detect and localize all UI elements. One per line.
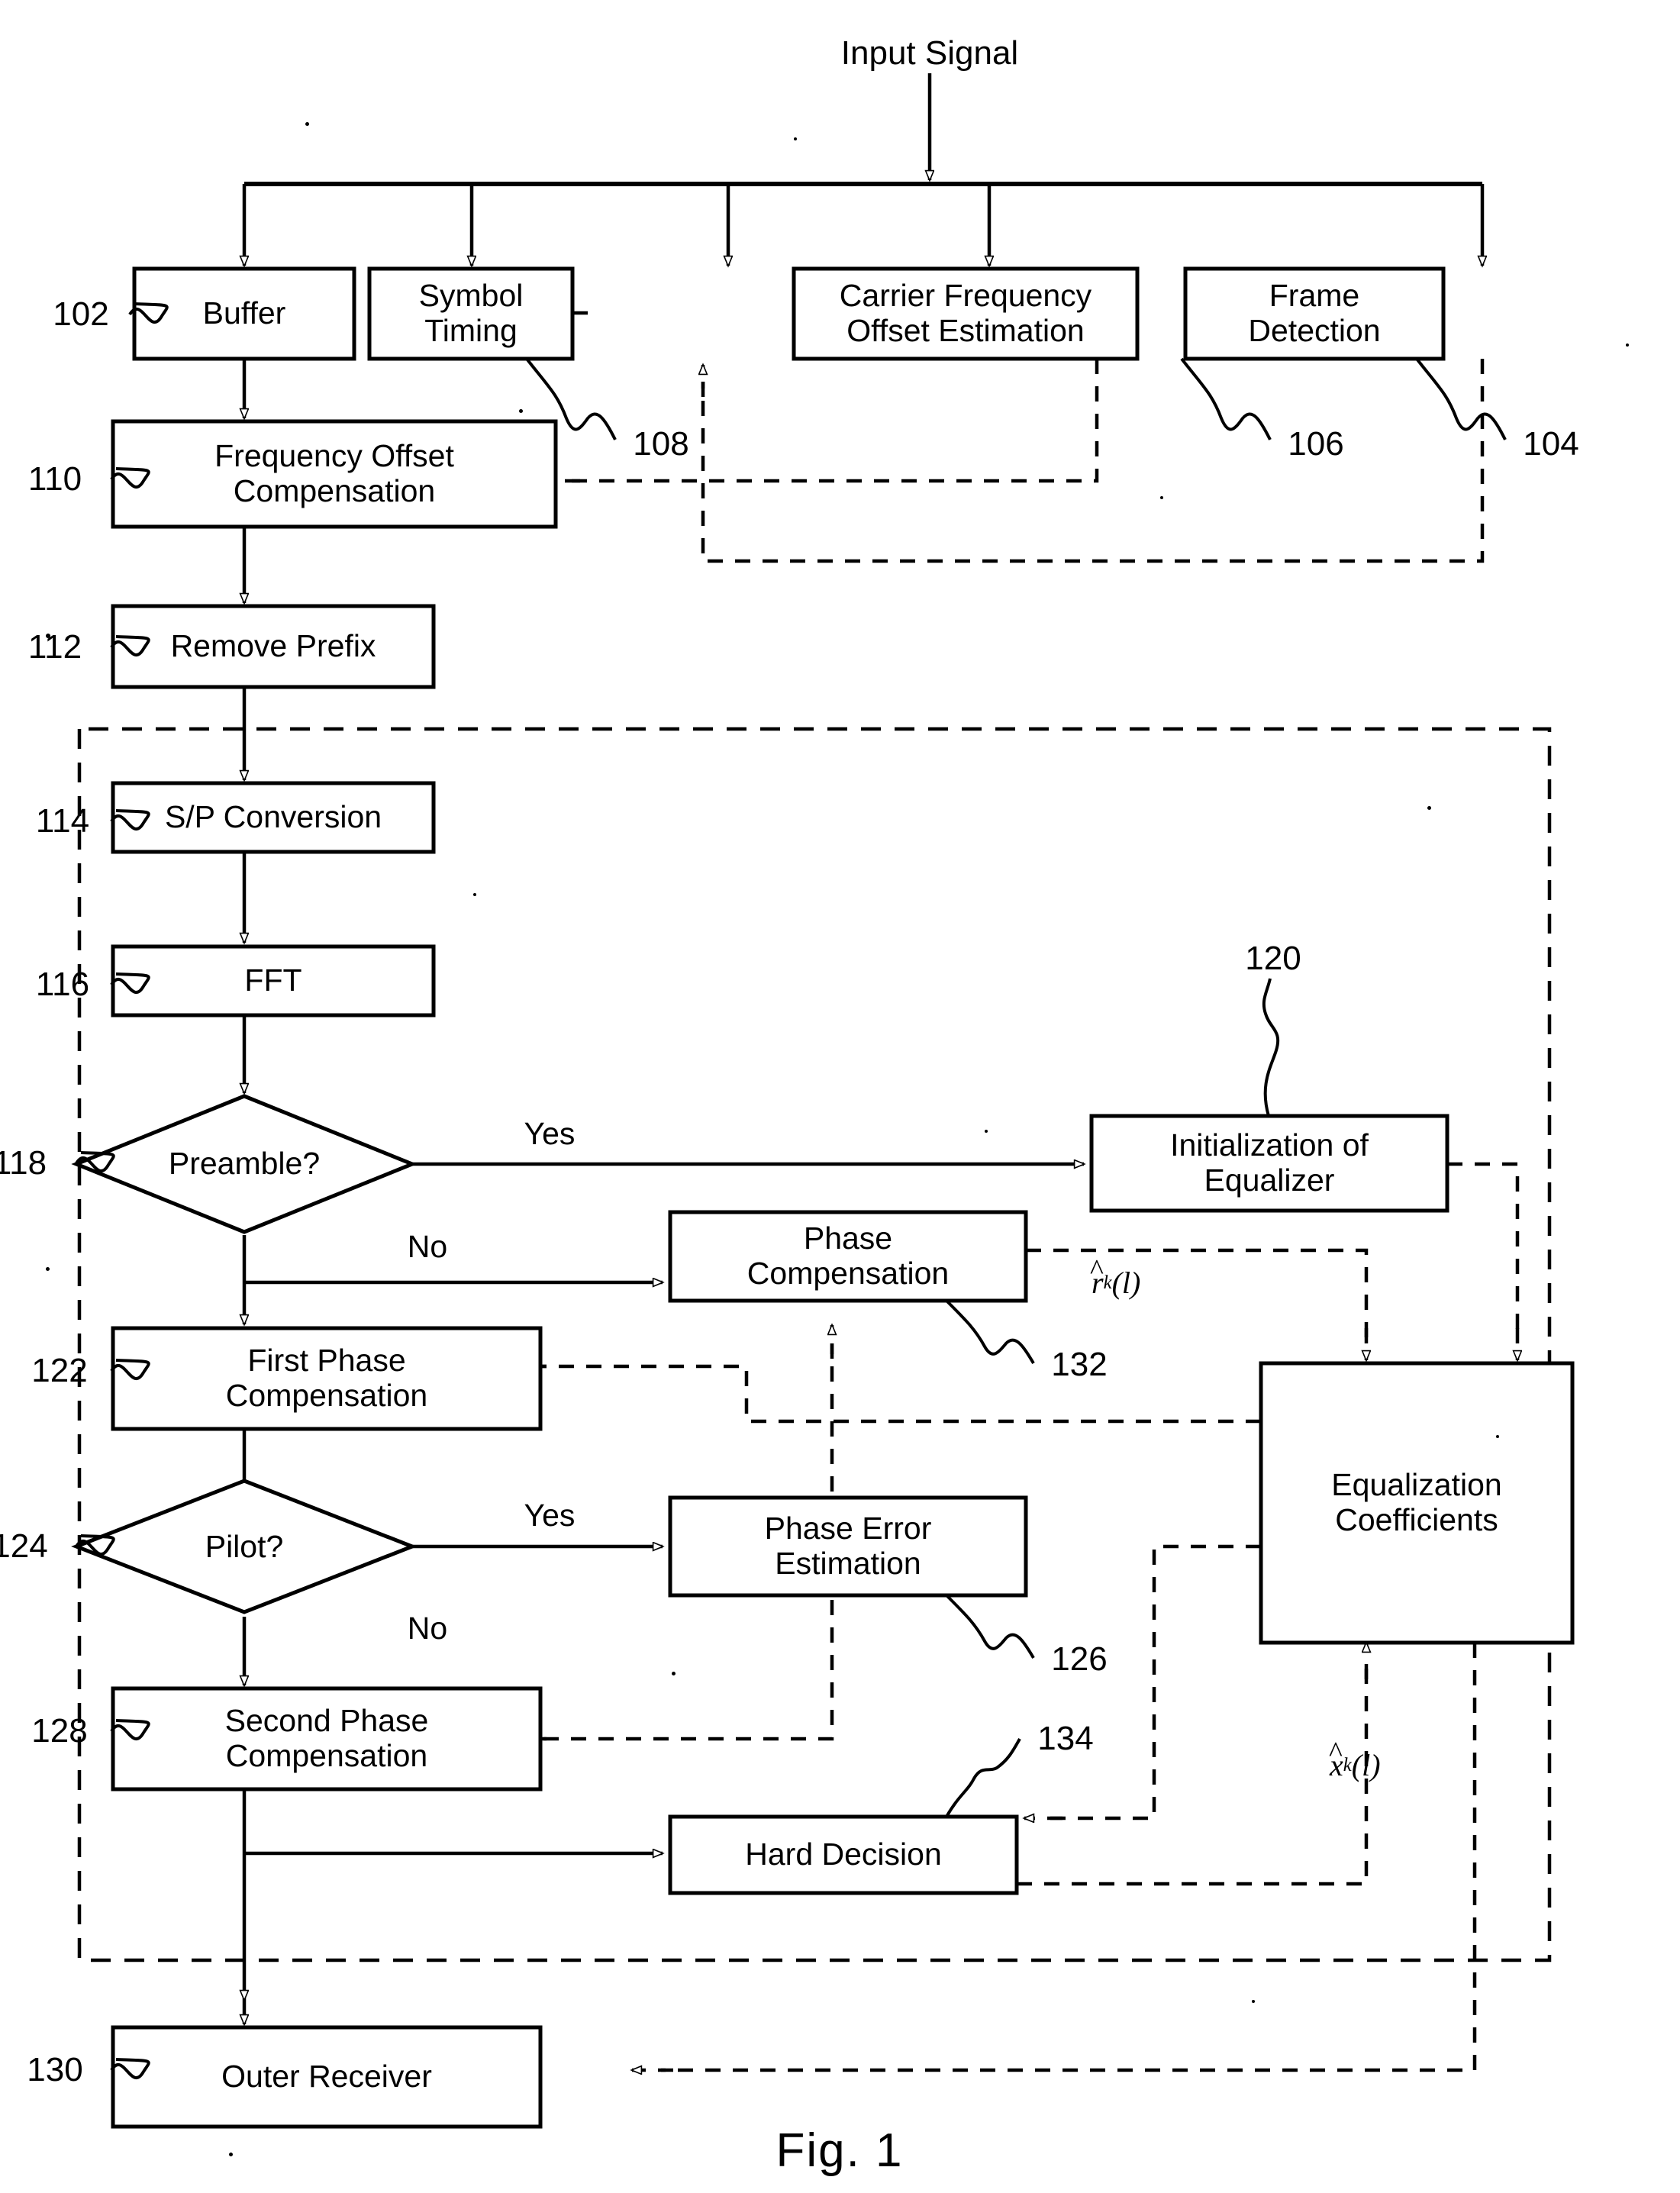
block-rect-130 bbox=[111, 2025, 543, 2129]
scan-speck bbox=[46, 634, 50, 638]
scan-speck bbox=[473, 893, 476, 896]
block-outlines bbox=[71, 266, 1575, 2129]
block-rect-112 bbox=[111, 604, 436, 689]
block-rect-116 bbox=[111, 944, 436, 1017]
scan-speck bbox=[229, 2153, 233, 2156]
block-rect-114 bbox=[111, 781, 436, 854]
block-rect-126 bbox=[668, 1495, 1028, 1598]
scan-speck bbox=[1252, 2000, 1255, 2003]
scan-speck bbox=[519, 409, 523, 413]
block-rect-104 bbox=[1183, 266, 1446, 361]
block-diamond-124 bbox=[71, 1479, 418, 1614]
block-rect-110 bbox=[111, 419, 558, 529]
block-rect-132 bbox=[668, 1210, 1028, 1303]
block-rect-108 bbox=[367, 266, 575, 361]
scan-speck bbox=[672, 1672, 676, 1675]
block-rect-128 bbox=[111, 1686, 543, 1791]
scan-speck bbox=[1626, 343, 1629, 347]
block-rect-equalization bbox=[1259, 1361, 1575, 1645]
scan-speck bbox=[1496, 1435, 1499, 1438]
block-diamond-118 bbox=[71, 1094, 418, 1234]
scan-speck bbox=[46, 1267, 50, 1271]
figure-canvas: Input Signal Buffer Symbol Timing Carrie… bbox=[0, 0, 1680, 2193]
block-rect-122 bbox=[111, 1326, 543, 1431]
scan-speck bbox=[1160, 496, 1163, 499]
block-rect-134 bbox=[668, 1814, 1019, 1895]
scan-speck bbox=[1427, 806, 1431, 810]
scan-speck bbox=[985, 1130, 988, 1133]
block-rect-102 bbox=[132, 266, 356, 361]
diagram-svg bbox=[71, 73, 1575, 2129]
scan-speck bbox=[794, 137, 797, 140]
block-rect-120 bbox=[1089, 1114, 1449, 1213]
block-rect-106 bbox=[792, 266, 1140, 361]
scan-speck bbox=[305, 122, 309, 126]
